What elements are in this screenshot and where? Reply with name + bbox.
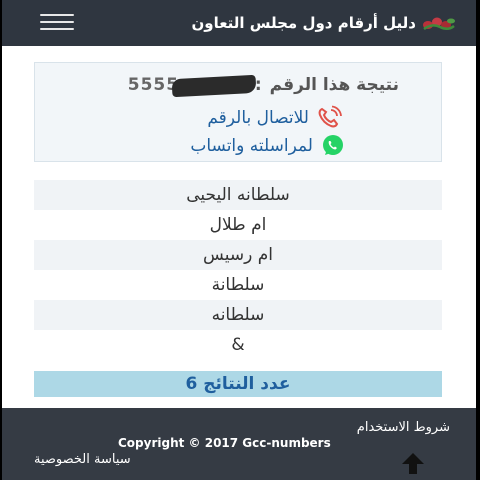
footer: شروط الاستخدام Copyright © 2017 Gcc-numb… (0, 408, 480, 480)
result-heading: نتيجة هذا الرقم : 5555xxxxxx (128, 74, 399, 98)
hamburger-menu-icon[interactable] (40, 14, 74, 32)
whatsapp-icon (323, 135, 343, 155)
phone-icon (318, 105, 342, 128)
menu-bar-top (40, 14, 74, 16)
top-navbar: دليل أرقام دول مجلس التعاون (0, 0, 480, 46)
names-list: سلطانه اليحيى ام طلال ام رسيس سلطانة سلط… (34, 180, 442, 360)
arrow-up-icon[interactable] (400, 450, 426, 476)
whatsapp-link[interactable]: لمراسلته واتساب (190, 133, 347, 159)
result-label: نتيجة هذا الرقم (269, 75, 399, 95)
list-item: سلطانه (34, 300, 442, 330)
call-number-link[interactable]: للاتصال بالرقم (207, 105, 343, 131)
list-item: سلطانه اليحيى (34, 180, 442, 210)
results-count-badge: عدد النتائج 6 (34, 371, 442, 397)
phone-number-wrap: 5555xxxxxx (128, 74, 257, 98)
screen-border-left (0, 0, 2, 480)
list-item: & (231, 335, 245, 355)
list-item: سلطانة (211, 275, 265, 295)
flowers-logo-icon (423, 17, 455, 31)
privacy-link[interactable]: سياسة الخصوصية (34, 452, 131, 467)
menu-bar-bottom (40, 28, 74, 30)
list-item: ام طلال (209, 215, 267, 235)
result-panel: نتيجة هذا الرقم : 5555xxxxxx للاتصال بال… (34, 62, 442, 162)
whatsapp-label: لمراسلته واتساب (190, 136, 313, 156)
screen-border-right (476, 0, 480, 480)
list-item: ام رسيس (34, 240, 442, 270)
terms-link[interactable]: شروط الاستخدام (357, 420, 450, 435)
brand[interactable]: دليل أرقام دول مجلس التعاون (191, 10, 456, 36)
result-colon: : (254, 75, 262, 95)
site-title: دليل أرقام دول مجلس التعاون (191, 14, 416, 32)
copyright-text: Copyright © 2017 Gcc-numbers (118, 436, 331, 450)
call-label: للاتصال بالرقم (207, 108, 309, 128)
menu-bar-middle (40, 21, 74, 23)
